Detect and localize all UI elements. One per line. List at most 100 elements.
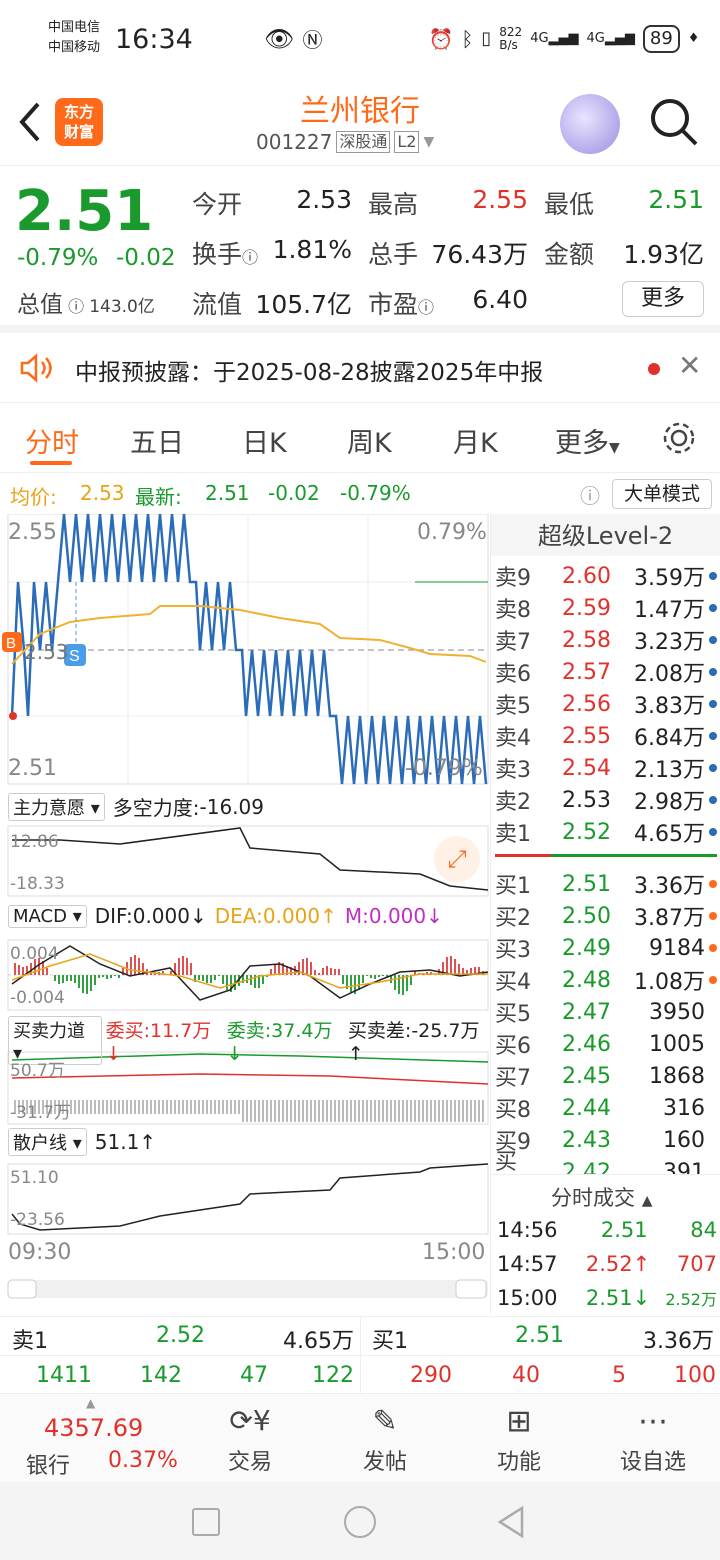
- force-diff-bar: [270, 1100, 272, 1122]
- tab-five-day[interactable]: 五日: [130, 421, 184, 460]
- force-diff-bar: [230, 1100, 232, 1114]
- trades-title[interactable]: 分时成交 ▲: [551, 1182, 652, 1212]
- bid-row[interactable]: 买10 2.42 391: [495, 1150, 717, 1175]
- watchlist-label: 设自选: [619, 1450, 686, 1475]
- tab-daily-k[interactable]: 日K: [242, 421, 287, 460]
- macd-bar: [366, 975, 368, 976]
- bid-row[interactable]: 买3 2.49 9184: [495, 932, 717, 966]
- bid-row[interactable]: 买7 2.45 1868: [495, 1060, 717, 1094]
- macd-bar: [178, 958, 180, 975]
- bid-level-label: 买2: [495, 906, 531, 931]
- bid-level-label: 买10: [495, 1149, 518, 1175]
- macd-header: MACD ▾ DIF:0.000↓ DEA:0.000↑ M:0.000↓: [8, 904, 443, 928]
- min-pct-label: -0.79%: [405, 756, 483, 781]
- retail-line-select[interactable]: 散户线 ▾: [8, 1128, 87, 1156]
- tab-monthly-k[interactable]: 月K: [453, 421, 498, 460]
- force-diff-bar: [402, 1100, 404, 1122]
- dropdown-icon: ▼: [423, 134, 435, 150]
- turnover-label[interactable]: 换手ⓘ: [192, 235, 258, 271]
- bottom-toolbar: ▲ 4357.69 银行 0.37% ⟳¥ 交易 ✎ 发帖 ⊞ 功能 ⋯ 设自选: [0, 1394, 720, 1482]
- indicator1-frame: [7, 825, 489, 897]
- bid-row[interactable]: 买2 2.50 3.87万: [495, 900, 717, 932]
- bid-volume: 3.36万: [617, 868, 705, 900]
- macd-bar: [338, 969, 340, 975]
- force-diff-bar: [170, 1100, 172, 1114]
- function-button[interactable]: ⊞ 功能: [474, 1404, 564, 1476]
- macd-bar: [394, 975, 396, 990]
- recent-apps-icon[interactable]: [192, 1508, 220, 1536]
- big-order-mode-button[interactable]: 大单模式: [612, 479, 712, 509]
- macd-bar: [110, 975, 112, 978]
- tab-intraday[interactable]: 分时: [25, 421, 79, 460]
- macd-bar: [350, 975, 352, 993]
- nfc-icon: Ⓝ: [302, 28, 323, 52]
- macd-bar: [118, 975, 120, 978]
- assistant-avatar[interactable]: [560, 94, 620, 154]
- bid-dot: [709, 1104, 717, 1112]
- add-watchlist-button[interactable]: ⋯ 设自选: [608, 1404, 698, 1476]
- macd-select[interactable]: MACD ▾: [8, 904, 87, 928]
- macd-bar: [102, 975, 104, 977]
- search-icon[interactable]: [648, 96, 700, 148]
- macd-bar: [130, 957, 132, 975]
- bid-row[interactable]: 买1 2.51 3.36万: [495, 868, 717, 900]
- bid-level-label: 买8: [495, 1098, 531, 1123]
- notice-bar[interactable]: 中报预披露：于2025-08-28披露2025年中报 ✕: [0, 333, 720, 403]
- macd-m: M:0.000↓: [344, 904, 443, 928]
- force-diff-bar: [114, 1100, 116, 1114]
- trade-volume: 84: [690, 1218, 717, 1242]
- macd-bar: [138, 958, 140, 975]
- sell-queue-item: 122: [312, 1363, 354, 1388]
- best-quote-bar[interactable]: 卖1 2.52 4.65万 买1 2.51 3.36万 1411 142 47 …: [0, 1316, 720, 1395]
- macd-bar: [214, 975, 216, 980]
- bid-row[interactable]: 买4 2.48 1.08万: [495, 964, 717, 996]
- force-diff-bar: [122, 1100, 124, 1114]
- pe-label[interactable]: 市盈ⓘ: [368, 285, 434, 321]
- amount-value: 1.93亿: [623, 240, 704, 269]
- macd-bar: [182, 956, 184, 975]
- sector-index-value: 4357.69: [44, 1414, 144, 1442]
- force-diff-bar: [434, 1100, 436, 1122]
- sector-index-widget[interactable]: ▲ 4357.69 银行 0.37%: [10, 1396, 190, 1479]
- market-cap-label: 总值: [17, 292, 63, 318]
- battery-indicator: 89: [642, 24, 680, 53]
- bid-volume: 160: [663, 1127, 705, 1153]
- tab-weekly-k[interactable]: 周K: [347, 421, 392, 460]
- last-change: -0.02: [268, 481, 320, 505]
- force-diff-bar: [146, 1100, 148, 1114]
- indicator1-select[interactable]: 主力意愿 ▾: [8, 792, 105, 821]
- sell-queue-item: 1411: [36, 1363, 92, 1388]
- force-diff-bar: [110, 1100, 112, 1114]
- bid-level-label: 买6: [495, 1034, 531, 1059]
- stock-code-row[interactable]: 001227 深股通 L2 ▼: [256, 130, 434, 154]
- high-value: 2.55: [472, 185, 528, 214]
- trade-button[interactable]: ⟳¥ 交易: [205, 1404, 295, 1476]
- bid-volume: 391: [663, 1159, 705, 1175]
- retail-bottom: -23.56: [10, 1210, 65, 1230]
- bid-price: 2.45: [562, 1063, 611, 1089]
- intraday-chart-area[interactable]: S B 2.55 0.79% 2.53 2.51 -0.79% 主力意愿 ▾ 多…: [0, 514, 490, 1314]
- bid-row[interactable]: 买5 2.47 3950: [495, 996, 717, 1030]
- help-icon[interactable]: ⓘ: [580, 480, 600, 509]
- bid-volume: 1.08万: [617, 964, 705, 996]
- settings-gear-icon[interactable]: [660, 419, 698, 457]
- more-quote-button[interactable]: 更多: [622, 281, 704, 317]
- expand-icon[interactable]: ⤢: [434, 836, 480, 882]
- bid-row[interactable]: 买6 2.46 1005: [495, 1028, 717, 1062]
- sell1-price: 2.52: [156, 1323, 205, 1348]
- tab-more[interactable]: 更多▼: [555, 421, 620, 460]
- volume-label: 总手: [368, 240, 419, 269]
- macd-dea: DEA:0.000↑: [214, 904, 337, 928]
- status-bar: 中国电信 中国移动 16:34 👁 Ⓝ ⏰ ᛒ ▯ 822 B/s 4G▂▄▆ …: [0, 0, 720, 80]
- signal-2-icon: 4G▂▄▆: [586, 31, 635, 46]
- post-button[interactable]: ✎ 发帖: [340, 1404, 430, 1476]
- macd-bar: [298, 962, 300, 975]
- bid-row[interactable]: 买8 2.44 316: [495, 1092, 717, 1124]
- force-diff-bar: [366, 1100, 368, 1122]
- market-cap[interactable]: 总值 ⓘ 143.0亿: [17, 285, 155, 319]
- close-icon[interactable]: ✕: [678, 349, 701, 382]
- force-diff-bar: [226, 1100, 228, 1114]
- home-icon[interactable]: [344, 1506, 376, 1538]
- back-nav-icon[interactable]: [496, 1504, 526, 1540]
- macd-bar: [58, 975, 60, 984]
